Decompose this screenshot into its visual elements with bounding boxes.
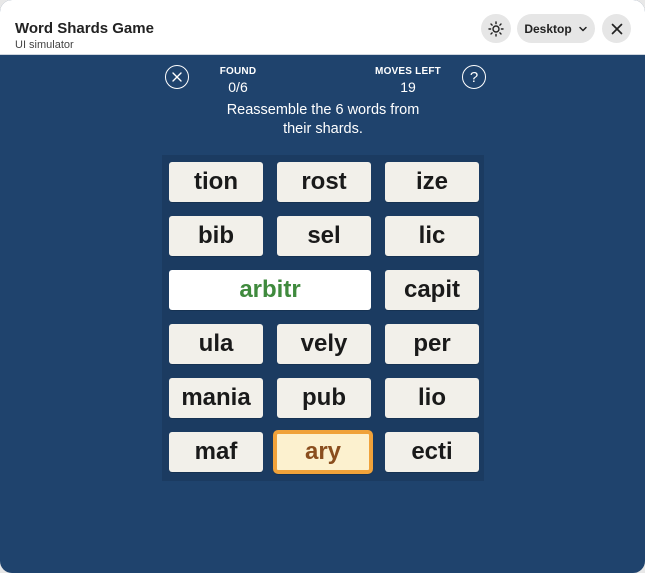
game-area: FOUND 0/6 MOVES LEFT 19 ? Reassemble the… — [0, 55, 645, 573]
app-subtitle: UI simulator — [15, 39, 74, 51]
word-tile[interactable]: bib — [169, 216, 263, 256]
app-window: Word Shards Game UI simulator Desktop FO… — [0, 0, 645, 573]
instructions-text: Reassemble the 6 words from their shards… — [226, 102, 420, 137]
help-button[interactable]: ? — [462, 65, 486, 89]
moves-counter: MOVES LEFT 19 — [368, 66, 448, 95]
title-bar: Word Shards Game UI simulator Desktop — [0, 0, 645, 55]
word-tile[interactable]: sel — [277, 216, 371, 256]
word-tile[interactable]: capit — [385, 270, 479, 310]
found-label: FOUND — [219, 66, 257, 77]
sun-icon — [488, 20, 504, 37]
word-tile[interactable]: tion — [169, 162, 263, 202]
moves-value: 19 — [400, 79, 416, 95]
word-tile[interactable]: lic — [385, 216, 479, 256]
chevron-down-icon — [578, 26, 587, 31]
merged-word-tile[interactable]: arbitr — [169, 270, 371, 310]
view-mode-select[interactable]: Desktop — [517, 14, 595, 43]
close-window-button[interactable] — [602, 14, 631, 43]
found-counter: FOUND 0/6 — [208, 66, 268, 95]
word-tile[interactable]: per — [385, 324, 479, 364]
word-tile[interactable]: ize — [385, 162, 479, 202]
word-tile[interactable]: ula — [169, 324, 263, 364]
word-tile[interactable]: pub — [277, 378, 371, 418]
word-tile[interactable]: lio — [385, 378, 479, 418]
word-tile[interactable]: vely — [277, 324, 371, 364]
exit-game-button[interactable] — [165, 65, 189, 89]
selected-word-tile[interactable]: ary — [273, 430, 373, 474]
view-mode-label: Desktop — [524, 21, 572, 36]
word-tile[interactable]: mania — [169, 378, 263, 418]
word-tile[interactable]: maf — [169, 432, 263, 472]
close-icon — [611, 23, 622, 34]
word-tile[interactable]: ecti — [385, 432, 479, 472]
moves-label: MOVES LEFT — [375, 66, 441, 77]
tile-board: tion rost ize bib sel lic arbitr capit u… — [162, 155, 484, 481]
word-tile[interactable]: rost — [277, 162, 371, 202]
help-icon: ? — [469, 68, 479, 86]
theme-toggle-button[interactable] — [481, 14, 511, 43]
app-title: Word Shards Game — [15, 20, 154, 37]
close-circle-icon — [172, 72, 182, 82]
found-value: 0/6 — [228, 79, 248, 95]
